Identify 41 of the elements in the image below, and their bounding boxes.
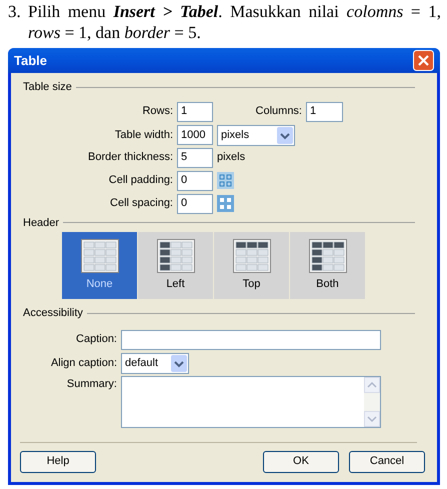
field-label: Table width: — [114, 128, 173, 143]
cell-spacing-icon — [217, 195, 234, 212]
input-field[interactable]: 1 — [306, 102, 343, 122]
text-area[interactable] — [121, 376, 381, 428]
dropdown[interactable]: default — [121, 352, 189, 374]
section-label: Table size — [23, 80, 72, 95]
section-label: Header — [23, 216, 60, 230]
unit-label: pixels — [217, 150, 246, 166]
field-label: Caption: — [75, 332, 117, 348]
header-option[interactable]: None — [62, 232, 137, 299]
input-field[interactable]: 0 — [177, 194, 213, 214]
dialog-button[interactable]: Help — [20, 450, 96, 472]
field-label: Cell spacing: — [109, 196, 173, 212]
field-label: Cell padding: — [108, 173, 173, 188]
field-label: Border thickness: — [87, 150, 173, 166]
dialog-button[interactable]: OK — [263, 450, 339, 472]
input-field[interactable] — [121, 330, 381, 350]
scrollbar[interactable] — [364, 376, 380, 426]
field-label: Align caption: — [50, 356, 117, 371]
field-label: Rows: — [141, 104, 173, 120]
header-option[interactable]: Left — [138, 232, 213, 299]
window-title: Table — [14, 52, 47, 70]
table-icon — [308, 238, 346, 273]
dropdown[interactable]: pixels — [217, 124, 295, 146]
close-icon[interactable] — [413, 50, 434, 71]
header-option[interactable]: Top — [214, 232, 289, 299]
list-number: 3. — [8, 1, 22, 23]
table-icon — [156, 238, 194, 273]
table-icon — [80, 238, 118, 273]
input-field[interactable]: 5 — [177, 148, 213, 168]
input-field[interactable]: 1000 — [177, 125, 213, 145]
instruction-text: Pilih menu Insert > Tabel. Masukkan nilai colomns = 1, rows = 1, dan border = 5. — [28, 1, 441, 44]
table-icon — [232, 238, 270, 273]
input-field[interactable]: 1 — [177, 102, 213, 122]
header-option[interactable]: Both — [290, 232, 365, 299]
dialog-button[interactable]: Cancel — [349, 450, 425, 472]
input-field[interactable]: 0 — [177, 170, 213, 190]
field-label: Columns: — [254, 104, 302, 120]
cell-padding-icon — [217, 172, 234, 189]
section-label: Accessibility — [23, 306, 83, 321]
field-label: Summary: — [66, 376, 117, 392]
